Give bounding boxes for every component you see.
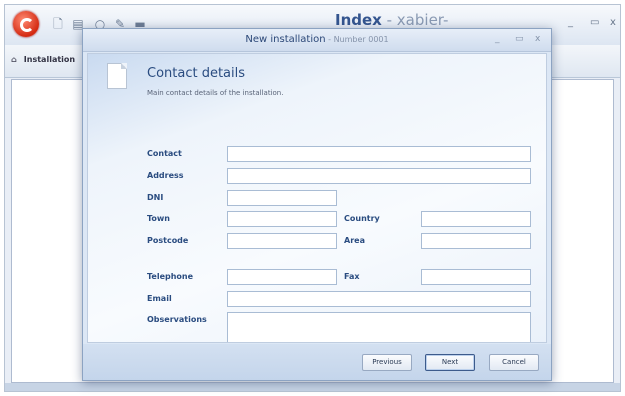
area-field[interactable] [421,233,531,249]
dni-label: DNI [147,193,164,202]
section-description: Main contact details of the installation… [147,89,284,97]
app-logo-icon[interactable] [13,11,39,37]
document-icon [107,63,127,89]
contact-field[interactable] [227,146,531,162]
cancel-button[interactable]: Cancel [489,354,539,371]
tab-installation-label: Installation [23,55,76,64]
tab-installation[interactable]: ⌂ Installation [11,55,75,64]
town-field[interactable] [227,211,337,227]
new-doc-icon[interactable]: 🗋 [51,17,65,31]
dialog-close-button[interactable]: x [535,34,540,44]
dialog-form-panel: Contact details Main contact details of … [87,53,547,343]
app-close-button[interactable]: x [610,17,616,28]
telephone-label: Telephone [147,272,194,281]
app-minimize-button[interactable]: _ [568,17,573,28]
email-label: Email [147,294,172,303]
dialog-footer [83,344,551,380]
country-field[interactable] [421,211,531,227]
dni-field[interactable] [227,190,337,206]
house-icon: ⌂ [11,55,17,64]
contact-label: Contact [147,149,182,158]
dialog-maximize-button[interactable]: ▭ [515,34,524,44]
fax-label: Fax [344,272,360,281]
country-label: Country [344,214,380,223]
town-label: Town [147,214,170,223]
app-title: Index - xabier- [335,11,449,29]
telephone-field[interactable] [227,269,337,285]
fax-field[interactable] [421,269,531,285]
app-status-bar [5,383,620,391]
email-field[interactable] [227,291,531,307]
section-heading: Contact details [147,66,246,81]
app-maximize-button[interactable]: ▭ [590,17,599,28]
postcode-field[interactable] [227,233,337,249]
next-button[interactable]: Next [425,354,475,371]
address-field[interactable] [227,168,531,184]
dialog-title: New installation - Number 0001 [245,34,389,45]
dialog-minimize-button[interactable]: _ [495,34,500,44]
observations-field[interactable] [227,312,531,342]
postcode-label: Postcode [147,236,189,245]
area-label: Area [344,236,365,245]
new-installation-dialog: New installation - Number 0001 _ ▭ x Con… [82,28,552,381]
previous-button[interactable]: Previous [362,354,412,371]
observations-label: Observations [147,315,207,324]
dialog-titlebar: New installation - Number 0001 _ ▭ x [83,29,551,52]
address-label: Address [147,171,184,180]
